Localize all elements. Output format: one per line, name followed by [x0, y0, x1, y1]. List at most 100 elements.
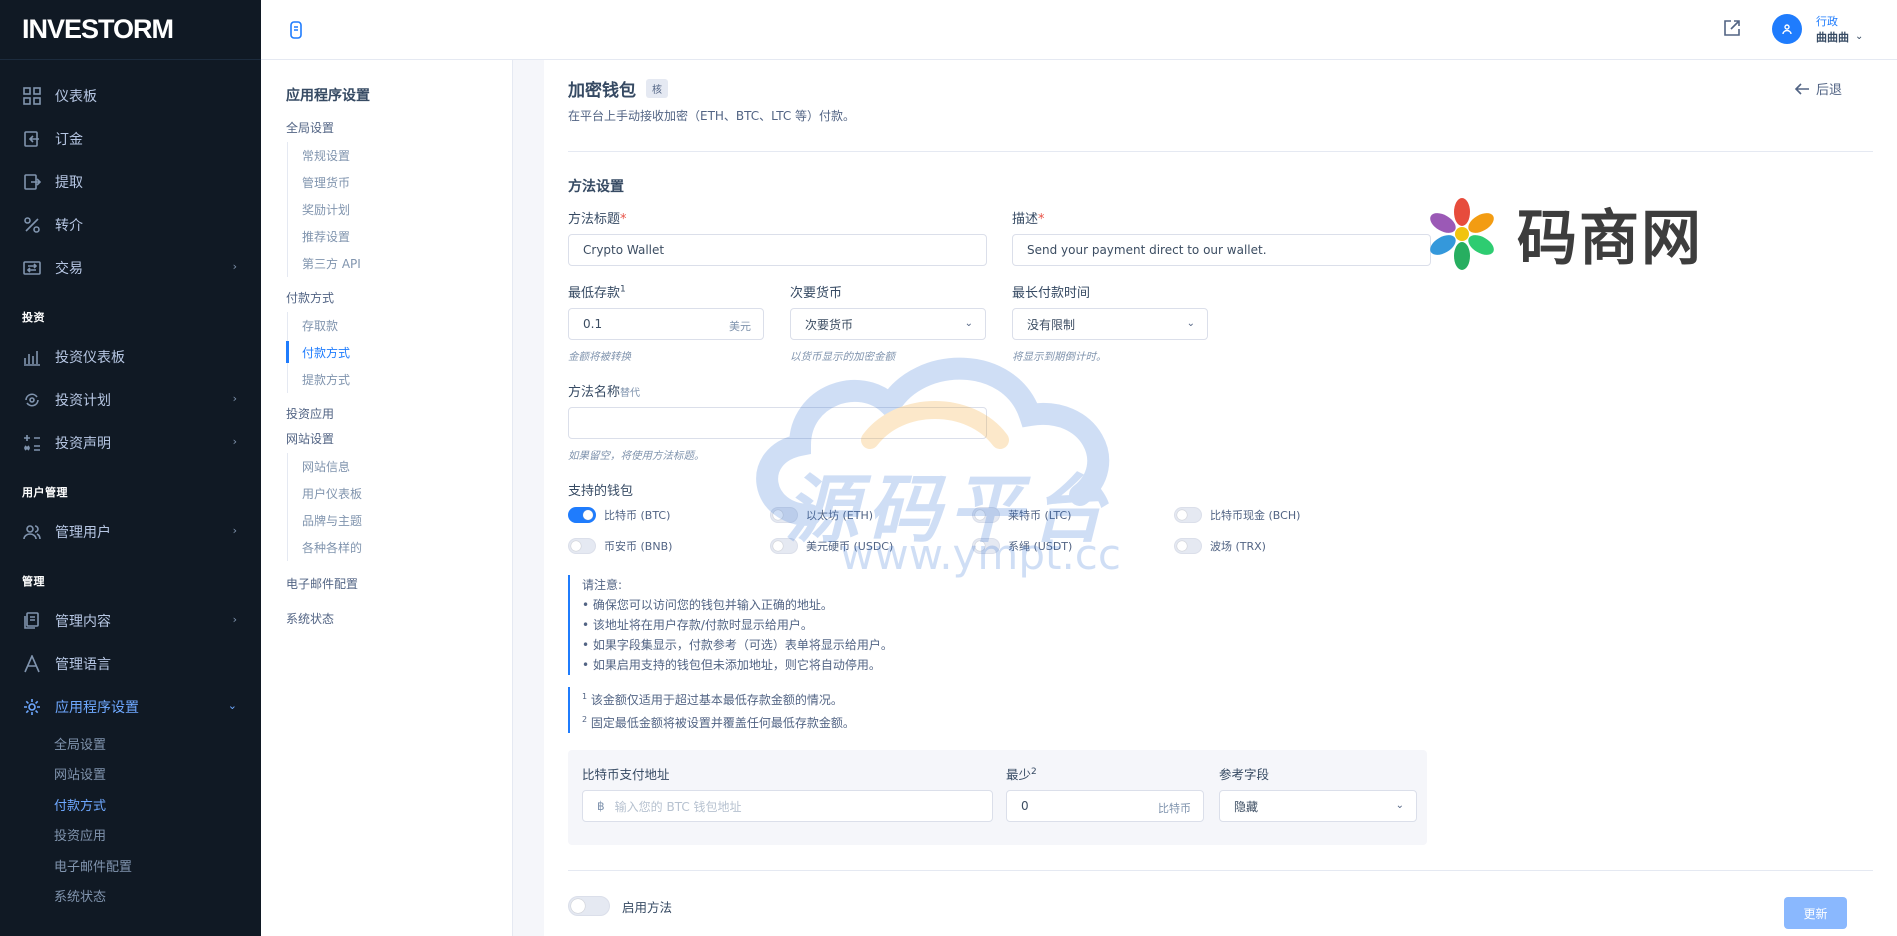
sidebar-item-label: 仪表板 [55, 88, 97, 105]
sidebar-item-invest-statement[interactable]: 投资声明 › [0, 421, 261, 464]
settings-item-deposit-withdraw[interactable]: 存取款 [288, 312, 512, 339]
min-deposit-input[interactable]: 0.1 美元 [568, 308, 764, 340]
wallet-toggle-eth[interactable]: 以太坊 (ETH) [770, 507, 873, 523]
sidebar-item-invest-plans[interactable]: 投资计划 › [0, 378, 261, 421]
settings-group-website[interactable]: 网站设置 [286, 430, 512, 447]
sidebar-subitem-status[interactable]: 系统状态 [0, 881, 261, 912]
wallet-toggle-btc[interactable]: 比特币 (BTC) [568, 507, 670, 523]
external-link-icon[interactable] [1723, 19, 1741, 41]
sidebar-item-invest-dashboard[interactable]: 投资仪表板 [0, 335, 261, 378]
enable-toggle[interactable] [568, 896, 610, 916]
settings-item-misc[interactable]: 各种各样的 [288, 534, 512, 561]
users-icon [22, 522, 42, 542]
settings-item-rewards[interactable]: 奖励计划 [288, 196, 512, 223]
gear-icon [22, 697, 42, 717]
sidebar-item-app-settings[interactable]: 应用程序设置 ⌄ [0, 685, 261, 728]
settings-item-currency[interactable]: 管理货币 [288, 169, 512, 196]
core-badge: 核 [646, 79, 668, 98]
alt-name-hint: 如果留空，将使用方法标题。 [568, 450, 705, 462]
btc-address-panel: 比特币支付地址 ฿输入您的 BTC 钱包地址 最少2 0 比特币 参考字段 隐藏 ⌄ [568, 750, 1427, 845]
sidebar-subitem-payment[interactable]: 付款方式 [0, 789, 261, 820]
settings-group-payment[interactable]: 付款方式 [286, 289, 512, 306]
notice-item: • 如果字段集显示，付款参考（可选）表单将显示给用户。 [582, 638, 893, 652]
user-dropdown[interactable]: 行政 曲曲曲 ⌄ [1772, 13, 1863, 45]
chevron-right-icon: › [232, 524, 237, 537]
watermark-logo-text: 码商网 [1517, 204, 1703, 274]
sidebar-item-label: 投资仪表板 [55, 349, 125, 366]
settings-nav: 应用程序设置 全局设置 常规设置 管理货币 奖励计划 推荐设置 第三方 API … [261, 60, 513, 936]
brand-logo[interactable]: INVESTORM [0, 0, 261, 60]
ref-field-select[interactable]: 隐藏 ⌄ [1219, 790, 1417, 822]
watermark-logo: 码商网 [1425, 190, 1703, 277]
bitcoin-icon: ฿ [597, 799, 605, 813]
toggle-switch[interactable] [568, 538, 596, 554]
user-role: 行政 [1816, 15, 1838, 28]
sidebar-subitem-email[interactable]: 电子邮件配置 [0, 850, 261, 881]
chevron-down-icon: ⌄ [227, 699, 237, 712]
toggle-switch[interactable] [1174, 507, 1202, 523]
sidebar-item-referral[interactable]: 转介 [0, 203, 261, 246]
sidebar-item-transactions[interactable]: 交易 › [0, 246, 261, 289]
brand-text: INVESTORM [22, 14, 174, 44]
topbar: 行政 曲曲曲 ⌄ [261, 0, 1897, 60]
notice-box: 请注意: • 确保您可以访问您的钱包并输入正确的地址。 • 该地址将在用户存款/… [568, 575, 893, 675]
wallet-toggle-bch[interactable]: 比特币现金 (BCH) [1174, 507, 1300, 523]
update-button[interactable]: 更新 [1784, 897, 1847, 929]
settings-item-user-dashboard[interactable]: 用户仪表板 [288, 480, 512, 507]
sidebar-item-label: 应用程序设置 [55, 699, 139, 716]
secondary-currency-select[interactable]: 次要货币 ⌄ [790, 308, 986, 340]
sidebar-item-label: 提取 [55, 174, 83, 191]
sidebar-subitem-invest-app[interactable]: 投资应用 [0, 820, 261, 851]
settings-item-referral[interactable]: 推荐设置 [288, 223, 512, 250]
arrow-left-icon [1794, 82, 1809, 95]
method-title-input[interactable]: Crypto Wallet [568, 234, 987, 266]
alt-name-input[interactable] [568, 407, 987, 439]
sidebar-item-dashboard[interactable]: 仪表板 [0, 74, 261, 117]
sidebar-item-withdraw[interactable]: 提取 [0, 160, 261, 203]
settings-list-website: 网站信息 用户仪表板 品牌与主题 各种各样的 [287, 453, 512, 561]
btc-address-label: 比特币支付地址 [582, 767, 670, 782]
sidebar-item-manage-content[interactable]: 管理内容 › [0, 599, 261, 642]
max-time-select[interactable]: 没有限制 ⌄ [1012, 308, 1208, 340]
description-label: 描述* [1012, 212, 1045, 227]
description-input[interactable]: Send your payment direct to our wallet. [1012, 234, 1431, 266]
sidebar-item-deposit[interactable]: 订金 [0, 117, 261, 160]
toggle-switch[interactable] [568, 507, 596, 523]
back-label: 后退 [1816, 83, 1843, 98]
toggle-switch[interactable] [1174, 538, 1202, 554]
menu-toggle-icon[interactable] [289, 20, 305, 40]
wallet-toggle-bnb[interactable]: 币安币 (BNB) [568, 538, 672, 554]
btc-address-input[interactable]: ฿输入您的 BTC 钱包地址 [582, 790, 993, 822]
sidebar-item-manage-users[interactable]: 管理用户 › [0, 510, 261, 553]
settings-item-withdraw-methods[interactable]: 提款方式 [288, 366, 512, 393]
language-icon [22, 654, 42, 674]
back-button[interactable]: 后退 [1794, 79, 1842, 98]
flower-logo-icon [1430, 197, 1494, 270]
sidebar-item-label: 订金 [55, 131, 83, 148]
settings-item-general[interactable]: 常规设置 [288, 142, 512, 169]
settings-item-site-info[interactable]: 网站信息 [288, 453, 512, 480]
toggle-switch[interactable] [770, 507, 798, 523]
min-amount-input[interactable]: 0 比特币 [1006, 790, 1204, 822]
settings-group-email[interactable]: 电子邮件配置 [286, 575, 512, 592]
toggle-switch[interactable] [972, 538, 1000, 554]
wallet-toggle-usdt[interactable]: 系绳 (USDT) [972, 538, 1072, 554]
sidebar-subitem-website[interactable]: 网站设置 [0, 759, 261, 790]
toggle-switch[interactable] [972, 507, 1000, 523]
refresh-coin-icon [22, 390, 42, 410]
settings-item-third-party-api[interactable]: 第三方 API [288, 250, 512, 277]
section-title-manage: 管理 [22, 575, 45, 588]
settings-item-payment-methods[interactable]: 付款方式 [286, 339, 512, 366]
enable-method[interactable]: 启用方法 [568, 896, 672, 916]
settings-group-global[interactable]: 全局设置 [286, 119, 512, 136]
sidebar-item-manage-language[interactable]: 管理语言 [0, 642, 261, 685]
toggle-switch[interactable] [770, 538, 798, 554]
sidebar-subitem-global[interactable]: 全局设置 [0, 728, 261, 759]
chevron-down-icon: ⌄ [1855, 30, 1864, 42]
settings-item-brand-theme[interactable]: 品牌与主题 [288, 507, 512, 534]
settings-group-status[interactable]: 系统状态 [286, 610, 512, 627]
wallet-toggle-ltc[interactable]: 莱特币 (LTC) [972, 507, 1071, 523]
wallet-toggle-usdc[interactable]: 美元硬币 (USDC) [770, 538, 893, 554]
settings-group-invest-app[interactable]: 投资应用 [286, 405, 512, 422]
wallet-toggle-trx[interactable]: 波场 (TRX) [1174, 538, 1266, 554]
